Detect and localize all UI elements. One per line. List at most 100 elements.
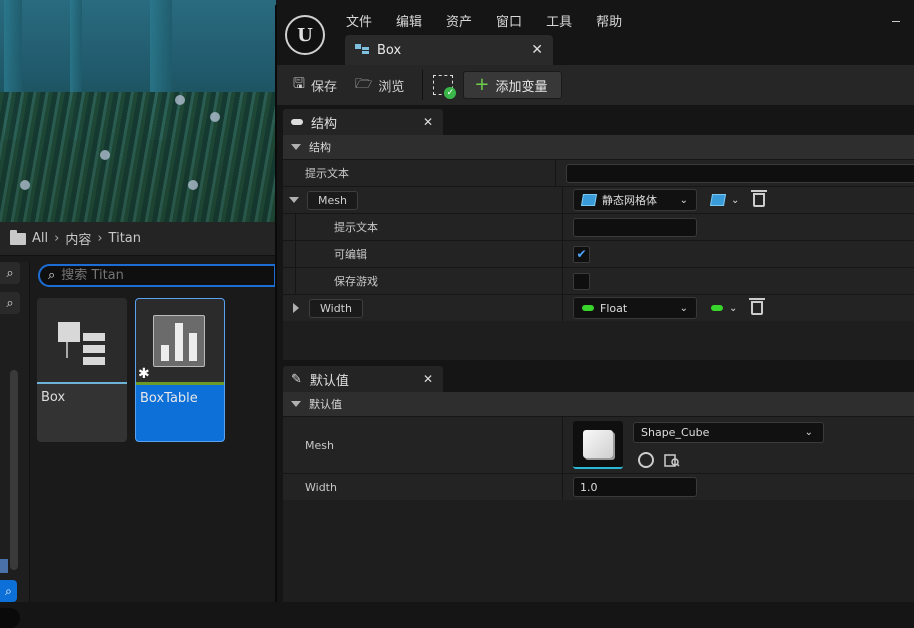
compile-status-icon[interactable]	[433, 75, 457, 99]
float-type-icon	[711, 305, 723, 311]
container-type-select[interactable]: ⌄	[711, 303, 737, 314]
data-table-icon: ✱	[136, 299, 224, 385]
variable-type-select[interactable]: Float ⌄	[573, 297, 697, 319]
type-label: Float	[600, 301, 628, 315]
property-label: 保存游戏	[295, 268, 563, 294]
struct-block	[58, 322, 80, 342]
bar	[189, 333, 197, 361]
menu-tools[interactable]: 工具	[546, 11, 572, 30]
variable-type-select[interactable]: 静态网格体 ⌄	[573, 189, 697, 211]
struct-icon	[37, 298, 127, 384]
save-label: 保存	[310, 79, 337, 95]
property-label: 提示文本	[295, 214, 563, 240]
unreal-logo-icon[interactable]: U	[285, 15, 325, 55]
toggle-pill[interactable]	[0, 608, 20, 628]
close-icon[interactable]: ✕	[423, 372, 433, 386]
breadcrumb: All › 内容 › Titan	[0, 222, 276, 256]
delete-icon[interactable]	[751, 190, 768, 207]
flower	[20, 180, 30, 190]
scrollbar[interactable]	[10, 370, 18, 570]
asset-tile-box[interactable]: Box	[37, 298, 127, 442]
search-icon[interactable]: ⌕	[0, 292, 20, 314]
expand-arrow-icon[interactable]	[293, 303, 299, 313]
search-icon[interactable]: ⌕	[0, 262, 20, 284]
chevron-right-icon: ›	[54, 231, 60, 246]
variable-row-width: Width Float ⌄ ⌄	[283, 294, 914, 321]
toolbar-divider	[422, 70, 424, 100]
struct-block	[83, 345, 105, 353]
toolbar: 🖫 保存 🗁 浏览 + 添加变量	[277, 65, 914, 105]
close-icon[interactable]: ✕	[531, 42, 543, 58]
search-input[interactable]	[61, 268, 242, 283]
savegame-checkbox[interactable]	[573, 272, 590, 290]
menu-help[interactable]: 帮助	[596, 11, 622, 30]
variable-row-mesh: Mesh 静态网格体 ⌄ ⌄	[283, 186, 914, 213]
folder-icon	[10, 229, 26, 245]
content-browser: All › 内容 › Titan ⌕ ⌕ ⌕ ⌕ Box	[0, 222, 276, 628]
type-label: 静态网格体	[602, 194, 657, 207]
menu-file[interactable]: 文件	[346, 11, 372, 30]
struct-block	[83, 333, 105, 341]
asset-label: Box	[41, 390, 66, 405]
section-header[interactable]: 结构	[283, 135, 914, 159]
use-selected-icon[interactable]	[638, 452, 654, 468]
edit-pencil-icon: ✎	[291, 371, 302, 387]
tab-label: 结构	[311, 116, 338, 132]
struct-tooltip-row: 提示文本	[283, 159, 914, 186]
section-header[interactable]: 默认值	[283, 392, 914, 416]
menu-edit[interactable]: 编辑	[396, 11, 422, 30]
asset-tile-boxtable[interactable]: ✱ BoxTable	[135, 298, 225, 442]
close-icon[interactable]: ✕	[423, 115, 433, 129]
breadcrumb-content[interactable]: 内容	[65, 229, 91, 248]
tab-structure[interactable]: 结构 ✕	[283, 109, 443, 135]
search-icon[interactable]: ⌕	[0, 580, 17, 602]
defaults-panel: 默认值 Mesh Shape_Cube ⌄ Width 1.0	[283, 392, 914, 602]
plus-icon: +	[474, 74, 490, 95]
mesh-tooltip-row: 提示文本	[283, 213, 914, 240]
bar	[175, 323, 183, 361]
editable-checkbox[interactable]: ✔	[573, 245, 590, 263]
property-label: 可编辑	[295, 241, 563, 267]
menu-bar: 文件 编辑 资产 窗口 工具 帮助	[346, 11, 646, 30]
cube-preview	[583, 430, 613, 458]
breadcrumb-titan[interactable]: Titan	[109, 231, 141, 246]
search-icon: ⌕	[48, 268, 56, 283]
add-variable-button[interactable]: + 添加变量	[463, 71, 563, 99]
static-mesh-icon	[709, 194, 727, 206]
save-button[interactable]: 🖫 保存	[293, 73, 337, 97]
mesh-actions	[633, 452, 824, 468]
tooltip-input[interactable]	[573, 217, 697, 237]
menu-asset[interactable]: 资产	[446, 11, 472, 30]
data-table-frame	[153, 315, 205, 367]
tooltip-input[interactable]	[566, 163, 914, 183]
browse-button[interactable]: 🗁 浏览	[355, 73, 404, 97]
menu-window[interactable]: 窗口	[496, 11, 522, 30]
variable-name-field[interactable]: Mesh	[307, 190, 358, 210]
static-mesh-icon	[580, 194, 598, 206]
width-input[interactable]: 1.0	[573, 477, 697, 497]
mesh-thumbnail[interactable]	[573, 421, 623, 469]
tab-default-values[interactable]: ✎ 默认值 ✕	[283, 366, 443, 392]
flower	[210, 112, 220, 122]
level-viewport[interactable]	[0, 0, 276, 222]
flower	[100, 150, 110, 160]
variable-name-field[interactable]: Width	[309, 298, 363, 318]
collapse-arrow-icon[interactable]	[289, 197, 299, 203]
tab-label: 默认值	[309, 373, 349, 389]
bar	[161, 345, 169, 361]
breadcrumb-all[interactable]: All	[32, 231, 48, 246]
float-type-icon	[582, 305, 594, 311]
struct-block	[83, 357, 105, 365]
browse-asset-icon[interactable]	[664, 452, 680, 468]
browse-folder-icon: 🗁	[354, 76, 373, 92]
asset-search-box[interactable]: ⌕	[38, 264, 276, 287]
delete-icon[interactable]	[749, 298, 766, 315]
mesh-picker: Shape_Cube ⌄	[633, 422, 824, 468]
container-type-select[interactable]: ⌄	[709, 194, 739, 206]
mesh-asset-select[interactable]: Shape_Cube ⌄	[633, 422, 824, 443]
document-tab[interactable]: Box ✕	[345, 35, 553, 65]
section-label: 结构	[309, 141, 331, 154]
chevron-down-icon: ⌄	[804, 427, 813, 438]
minimize-icon[interactable]	[892, 21, 900, 22]
property-label: Width	[283, 474, 563, 500]
